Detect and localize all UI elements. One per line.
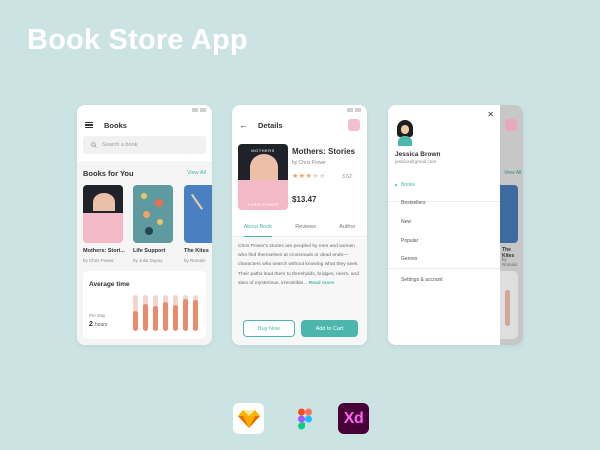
- read-more-link[interactable]: Read more: [309, 281, 334, 286]
- book-cover-life-support[interactable]: [133, 185, 173, 243]
- avatar: [395, 120, 415, 146]
- book-description: Chris Power's stories are peopled by men…: [238, 242, 362, 288]
- status-bar: [347, 108, 361, 112]
- details-tabs: About Book Reviews Author: [232, 217, 367, 237]
- per-day-label: Per Day: [89, 313, 106, 318]
- user-name: Jessica Brown: [395, 151, 441, 158]
- hours-number: 2: [89, 321, 93, 328]
- menu-item-bestsellers[interactable]: Bestsellers: [401, 200, 425, 206]
- header-title: Books: [104, 121, 127, 130]
- reading-time-bar: [143, 295, 148, 331]
- star-rating-icon: ★★★★★: [292, 172, 326, 180]
- book-title: Life Support: [133, 248, 166, 254]
- underlying-home-screen: View All The Kites by Romain: [500, 105, 523, 345]
- menu-item-genres[interactable]: Genres: [401, 256, 417, 262]
- home-screen: Books Search a book Books for You View A…: [77, 105, 212, 345]
- book-cover-large: MOTHERS CHRIS POWER: [238, 144, 288, 210]
- cover-title: MOTHERS: [251, 148, 275, 153]
- shopping-bag-icon[interactable]: [348, 119, 360, 131]
- book-cover-the-kites[interactable]: [184, 185, 212, 243]
- average-time-card: Average time Per Day 2 hours: [83, 271, 206, 339]
- cover-author: CHRIS POWER: [247, 203, 279, 207]
- book-author: by Julia Dupuy: [133, 258, 163, 263]
- stars-filled: ★★★: [292, 173, 313, 180]
- close-icon[interactable]: ✕: [487, 110, 494, 119]
- view-all-link: View All: [504, 170, 522, 176]
- divider: [388, 268, 500, 269]
- adobe-xd-icon: Xd: [338, 403, 369, 434]
- back-arrow-icon[interactable]: ←: [239, 120, 248, 130]
- book-cover-mothers[interactable]: [83, 185, 123, 243]
- card-title: Average time: [89, 281, 130, 288]
- section-title: Books for You: [83, 169, 134, 178]
- user-email: jessica@gmail.com: [395, 160, 437, 165]
- search-icon: [91, 142, 97, 148]
- reading-time-bar: [505, 290, 510, 326]
- reading-time-bar: [163, 295, 168, 331]
- battery-icon: [355, 108, 361, 112]
- stars-empty: ★★: [312, 173, 326, 180]
- signal-icon: [347, 108, 353, 112]
- menu-item-new[interactable]: New: [401, 219, 411, 225]
- description-text: Chris Power's stories are peopled by men…: [238, 244, 359, 286]
- reading-time-bar: [193, 295, 198, 331]
- status-bar: [192, 108, 206, 112]
- buy-now-button[interactable]: Buy Now: [243, 320, 295, 337]
- book-price: $13.47: [292, 195, 317, 204]
- menu-screen: View All The Kites by Romain ✕ Jessica B…: [388, 105, 523, 345]
- hours-unit: hours: [94, 322, 108, 328]
- header-title: Details: [258, 121, 283, 130]
- navigation-drawer: ✕ Jessica Brown jessica@gmail.com Books …: [388, 105, 500, 345]
- search-input[interactable]: Search a book: [83, 136, 206, 154]
- book-cover-the-kites: [500, 185, 518, 243]
- reading-time-bar: [133, 295, 138, 331]
- add-to-cart-button[interactable]: Add to Cart: [301, 320, 358, 337]
- reading-time-bar: [153, 295, 158, 331]
- view-all-link[interactable]: View All: [187, 170, 206, 176]
- battery-icon: [200, 108, 206, 112]
- hours-value: 2 hours: [89, 321, 107, 328]
- book-author: by Chris Power: [292, 160, 326, 166]
- menu-item-popular[interactable]: Popular: [401, 238, 418, 244]
- tab-about-book[interactable]: About Book: [243, 217, 273, 237]
- book-title: Mothers: Stori...: [83, 248, 125, 254]
- menu-item-books[interactable]: Books: [401, 182, 415, 188]
- hamburger-menu-icon[interactable]: [85, 122, 93, 128]
- book-author: by Romain: [184, 258, 206, 263]
- tab-author[interactable]: Author: [339, 224, 355, 230]
- book-title: The Kites: [184, 248, 209, 254]
- book-author: by Chris Power: [83, 258, 114, 263]
- sketch-icon: [233, 403, 264, 434]
- menu-item-settings[interactable]: Settings & account: [401, 277, 443, 283]
- book-author: by Romain: [502, 257, 518, 267]
- reading-time-bar: [183, 295, 188, 331]
- reading-time-bar: [173, 295, 178, 331]
- figma-icon: [289, 403, 320, 434]
- signal-icon: [192, 108, 198, 112]
- book-title: Mothers: Stories: [292, 147, 356, 156]
- active-indicator-icon: [395, 184, 397, 186]
- rating-value: 3.62: [342, 174, 352, 180]
- search-placeholder: Search a book: [102, 142, 138, 148]
- details-screen: ← Details MOTHERS CHRIS POWER Mothers: S…: [232, 105, 367, 345]
- page-title: Book Store App: [27, 24, 248, 56]
- shopping-bag-icon: [505, 119, 517, 131]
- tab-reviews[interactable]: Reviews: [295, 224, 316, 230]
